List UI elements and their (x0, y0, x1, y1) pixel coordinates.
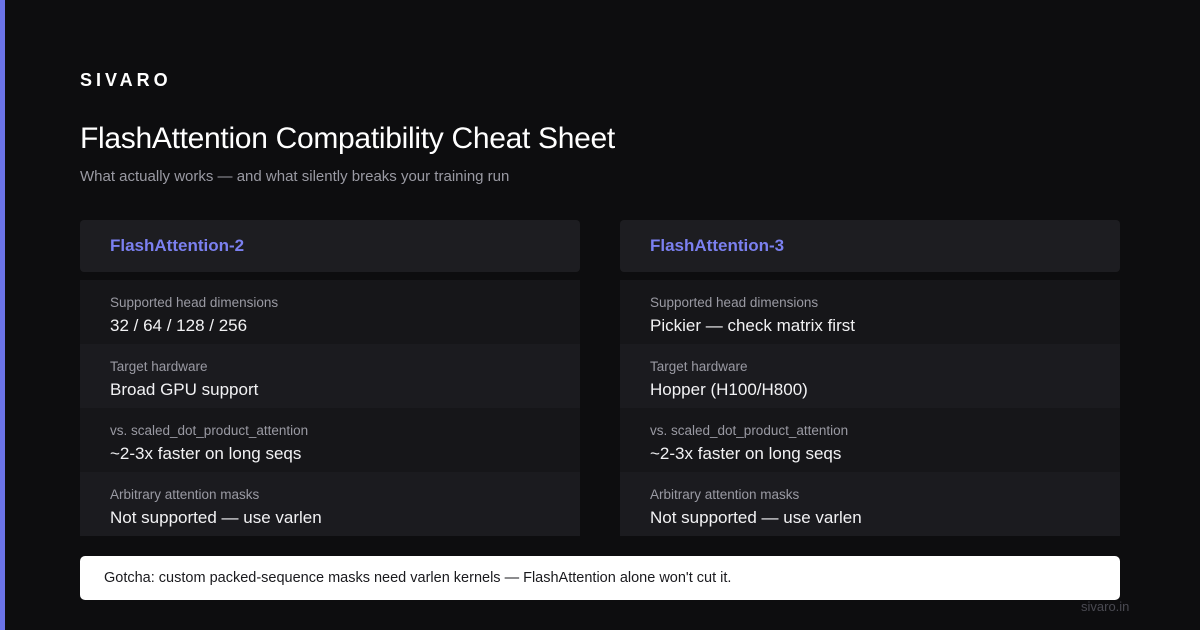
row-label: Arbitrary attention masks (650, 487, 800, 502)
row-value: Hopper (H100/H800) (650, 380, 808, 399)
row-label: Target hardware (110, 359, 208, 374)
card-row: Arbitrary attention masks Not supported … (620, 472, 1120, 536)
row-value: ~2-3x faster on long seqs (650, 444, 842, 463)
brand-logo: SIVARO (80, 70, 172, 90)
row-label: Supported head dimensions (110, 295, 279, 310)
row-label: Supported head dimensions (650, 295, 819, 310)
row-value: Pickier — check matrix first (650, 316, 855, 335)
accent-bar (0, 0, 5, 630)
row-value: Broad GPU support (110, 380, 259, 399)
row-value: Not supported — use varlen (650, 508, 862, 527)
gotcha-callout: Gotcha: custom packed-sequence masks nee… (80, 556, 1120, 600)
row-value: ~2-3x faster on long seqs (110, 444, 302, 463)
card-row: vs. scaled_dot_product_attention ~2-3x f… (620, 408, 1120, 472)
card-flashattention-2: FlashAttention-2 Supported head dimensio… (80, 220, 580, 536)
card-rows: Supported head dimensions 32 / 64 / 128 … (80, 280, 580, 536)
page-subtitle: What actually works — and what silently … (80, 168, 510, 185)
card-row: Target hardware Hopper (H100/H800) (620, 344, 1120, 408)
row-label: vs. scaled_dot_product_attention (110, 423, 309, 438)
card-row: Target hardware Broad GPU support (80, 344, 580, 408)
row-label: vs. scaled_dot_product_attention (650, 423, 849, 438)
card-header: FlashAttention-3 (620, 220, 1120, 272)
card-row: Supported head dimensions Pickier — chec… (620, 280, 1120, 344)
row-value: Not supported — use varlen (110, 508, 322, 527)
site-domain: sivaro.in (1081, 599, 1130, 614)
row-label: Target hardware (650, 359, 748, 374)
card-row: Arbitrary attention masks Not supported … (80, 472, 580, 536)
card-rows: Supported head dimensions Pickier — chec… (620, 280, 1120, 536)
card-header: FlashAttention-2 (80, 220, 580, 272)
card-row: Supported head dimensions 32 / 64 / 128 … (80, 280, 580, 344)
page-title: FlashAttention Compatibility Cheat Sheet (80, 122, 615, 155)
card-row: vs. scaled_dot_product_attention ~2-3x f… (80, 408, 580, 472)
row-label: Arbitrary attention masks (110, 487, 260, 502)
row-value: 32 / 64 / 128 / 256 (110, 316, 248, 335)
card-flashattention-3: FlashAttention-3 Supported head dimensio… (620, 220, 1120, 536)
